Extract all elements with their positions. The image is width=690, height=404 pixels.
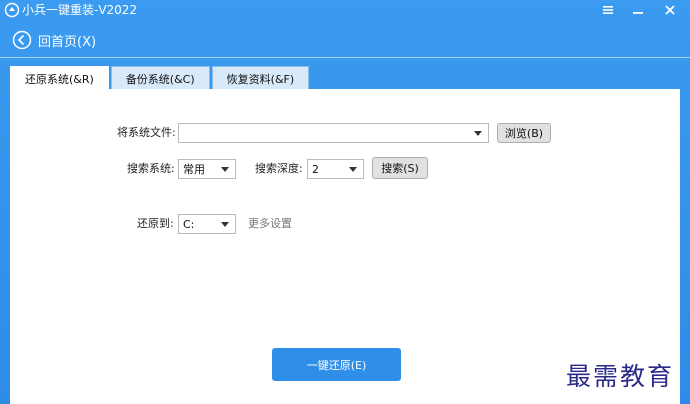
tab-recover-data[interactable]: 恢复资料(&F) <box>211 66 310 90</box>
restore-to-value: C: <box>183 217 195 231</box>
system-file-label: 将系统文件: <box>117 126 176 139</box>
search-mode-select[interactable]: 常用 <box>178 159 236 179</box>
tab-backup-system[interactable]: 备份系统(&C) <box>110 66 210 90</box>
title-bar: 小兵一键重装-V2022 <box>0 0 690 20</box>
search-depth-value: 2 <box>312 162 319 176</box>
app-logo-icon <box>4 2 20 18</box>
header-divider <box>0 57 690 58</box>
close-icon <box>665 5 675 15</box>
window-title: 小兵一键重装-V2022 <box>22 3 138 17</box>
app-window: 小兵一键重装-V2022 回首页(X) 还原系统(&R) 备份系统(&C) 恢复… <box>0 0 690 404</box>
tab-restore-system[interactable]: 还原系统(&R) <box>10 66 109 90</box>
chevron-down-icon <box>221 222 229 227</box>
minimize-icon <box>633 12 643 14</box>
chevron-down-icon <box>221 167 229 172</box>
one-key-restore-button[interactable]: 一键还原(E) <box>272 348 401 381</box>
restore-to-select[interactable]: C: <box>178 214 236 234</box>
hamburger-icon <box>603 6 613 14</box>
back-arrow-icon <box>12 30 32 50</box>
system-file-combo[interactable] <box>178 123 489 143</box>
back-home-label: 回首页(X) <box>38 34 97 50</box>
menu-button[interactable] <box>594 0 622 20</box>
search-button[interactable]: 搜索(S) <box>372 157 428 179</box>
tab-bar: 还原系统(&R) 备份系统(&C) 恢复资料(&F) <box>10 66 311 90</box>
browse-button[interactable]: 浏览(B) <box>497 123 551 143</box>
search-depth-select[interactable]: 2 <box>307 159 364 179</box>
back-home-button[interactable]: 回首页(X) <box>12 28 96 52</box>
search-system-label: 搜索系统: <box>127 162 175 175</box>
search-mode-value: 常用 <box>183 163 205 176</box>
close-button[interactable] <box>656 0 684 20</box>
chevron-down-icon <box>474 131 482 136</box>
restore-to-label: 还原到: <box>137 217 174 230</box>
chevron-down-icon <box>349 167 357 172</box>
more-settings-link[interactable]: 更多设置 <box>248 216 292 232</box>
watermark-text: 最需教育 <box>566 362 675 391</box>
minimize-button[interactable] <box>624 0 652 20</box>
search-depth-label: 搜索深度: <box>255 162 303 175</box>
